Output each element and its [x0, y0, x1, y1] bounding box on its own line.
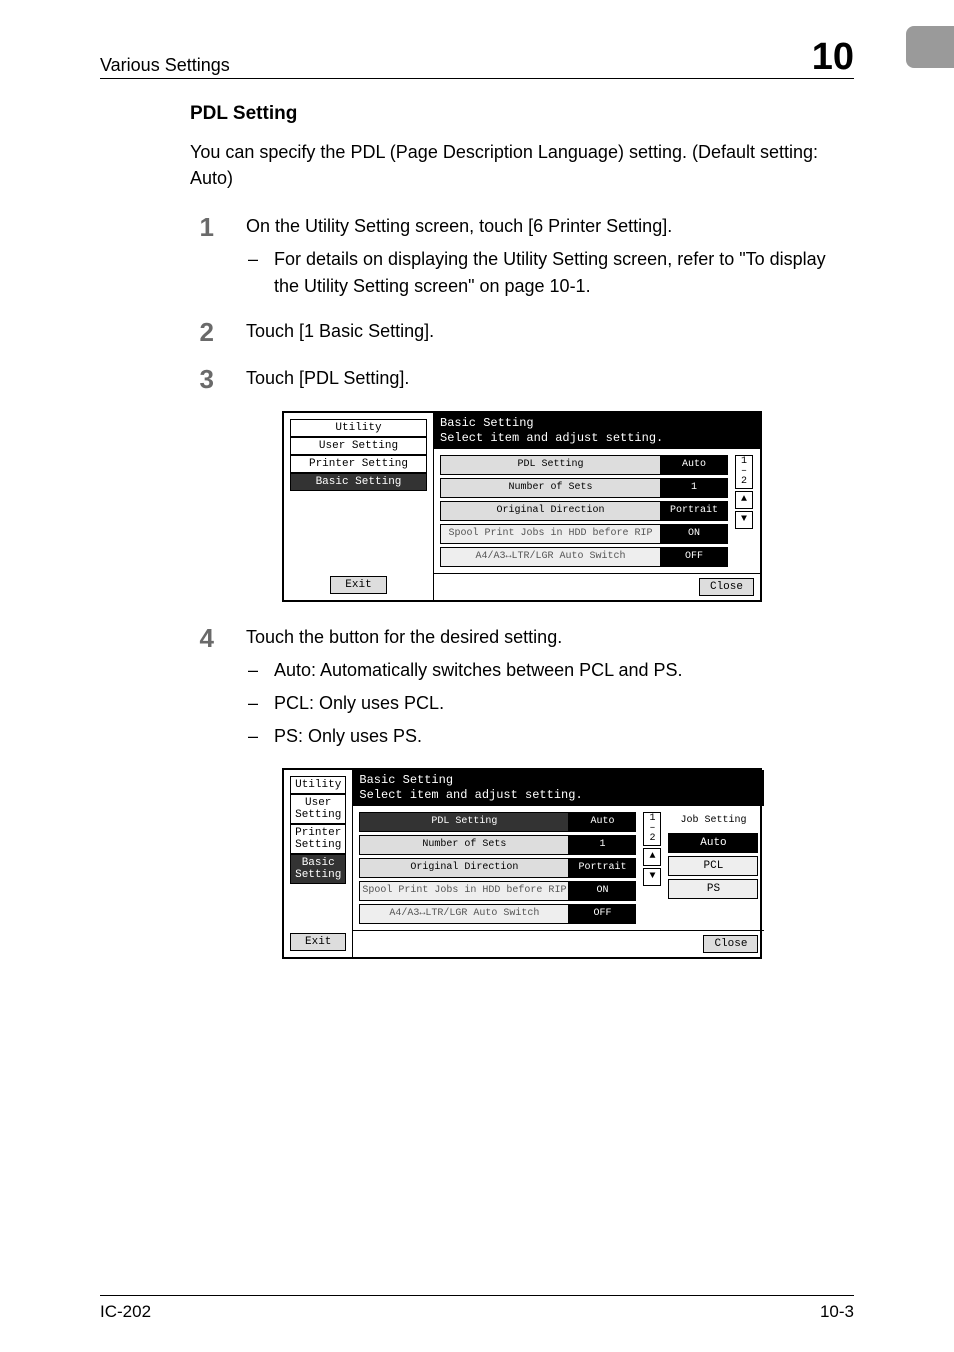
option-pcl[interactable]: PCL	[668, 856, 758, 876]
option-auto[interactable]: Auto	[668, 833, 758, 853]
row-value: Portrait	[569, 859, 635, 877]
scroll-up-button[interactable]: ▲	[735, 491, 753, 509]
dash-icon: –	[246, 723, 260, 750]
breadcrumb-basic-setting[interactable]: Basic Setting	[290, 473, 427, 491]
page-indicator: 1–2	[735, 455, 753, 489]
breadcrumb-basic-setting[interactable]: Basic Setting	[290, 854, 346, 884]
exit-button[interactable]: Exit	[330, 576, 386, 594]
step-1: 1 On the Utility Setting screen, touch […	[190, 213, 854, 300]
row-label: Spool Print Jobs in HDD before RIP	[441, 525, 661, 543]
breadcrumb-user-setting[interactable]: User Setting	[290, 437, 427, 455]
row-label: PDL Setting	[360, 813, 569, 831]
row-value: 1	[569, 836, 635, 854]
step-3: 3 Touch [PDL Setting].	[190, 365, 854, 394]
row-pdl-setting[interactable]: PDL SettingAuto	[440, 455, 728, 475]
dash-icon: –	[246, 657, 260, 684]
row-original-direction[interactable]: Original DirectionPortrait	[359, 858, 636, 878]
panel-subtitle: Select item and adjust setting.	[440, 431, 754, 446]
row-value: Auto	[569, 813, 635, 831]
panel-title: Basic Setting	[359, 773, 758, 788]
row-label: Original Direction	[441, 502, 661, 520]
step-2: 2 Touch [1 Basic Setting].	[190, 318, 854, 347]
step-text: On the Utility Setting screen, touch [6 …	[246, 213, 854, 240]
device-panel-1: Utility User Setting Printer Setting Bas…	[282, 411, 762, 602]
breadcrumb-printer-setting[interactable]: Printer Setting	[290, 824, 346, 854]
breadcrumb-user-setting[interactable]: User Setting	[290, 794, 346, 824]
row-spool-print-jobs[interactable]: Spool Print Jobs in HDD before RIPON	[440, 524, 728, 544]
breadcrumb-printer-setting[interactable]: Printer Setting	[290, 455, 427, 473]
step-text: Touch [1 Basic Setting].	[246, 318, 854, 347]
panel-title: Basic Setting	[440, 416, 754, 431]
options-title: Job Setting	[668, 812, 758, 830]
step-number: 2	[190, 318, 214, 347]
device-panel-2: Utility User Setting Printer Setting Bas…	[282, 768, 762, 959]
row-auto-switch[interactable]: A4/A3↔LTR/LGR Auto SwitchOFF	[359, 904, 636, 924]
row-original-direction[interactable]: Original DirectionPortrait	[440, 501, 728, 521]
row-spool-print-jobs[interactable]: Spool Print Jobs in HDD before RIPON	[359, 881, 636, 901]
breadcrumb-utility[interactable]: Utility	[290, 419, 427, 437]
page-indicator: 1–2	[643, 812, 661, 846]
scroll-up-button[interactable]: ▲	[643, 848, 661, 866]
footer-page-number: 10-3	[820, 1302, 854, 1322]
step-number: 4	[190, 624, 214, 750]
breadcrumb-utility[interactable]: Utility	[290, 776, 346, 794]
section-title: Various Settings	[100, 55, 230, 76]
row-auto-switch[interactable]: A4/A3↔LTR/LGR Auto SwitchOFF	[440, 547, 728, 567]
row-label: Original Direction	[360, 859, 569, 877]
thumb-tab	[906, 26, 954, 68]
row-label: Number of Sets	[360, 836, 569, 854]
step-subtext: For details on displaying the Utility Se…	[274, 246, 854, 300]
row-value: ON	[661, 525, 727, 543]
close-button[interactable]: Close	[699, 578, 754, 596]
row-number-of-sets[interactable]: Number of Sets1	[359, 835, 636, 855]
step-subtext: PS: Only uses PS.	[274, 723, 854, 750]
row-label: A4/A3↔LTR/LGR Auto Switch	[441, 548, 661, 566]
step-text: Touch the button for the desired setting…	[246, 624, 854, 651]
dash-icon: –	[246, 690, 260, 717]
close-button[interactable]: Close	[703, 935, 758, 953]
row-value: ON	[569, 882, 635, 900]
option-ps[interactable]: PS	[668, 879, 758, 899]
row-value: Auto	[661, 456, 727, 474]
row-value: Portrait	[661, 502, 727, 520]
row-value: 1	[661, 479, 727, 497]
panel-subtitle: Select item and adjust setting.	[359, 788, 758, 803]
page-heading: PDL Setting	[190, 103, 854, 125]
row-label: Number of Sets	[441, 479, 661, 497]
step-subtext: Auto: Automatically switches between PCL…	[274, 657, 854, 684]
row-value: OFF	[661, 548, 727, 566]
row-label: A4/A3↔LTR/LGR Auto Switch	[360, 905, 569, 923]
row-value: OFF	[569, 905, 635, 923]
footer-model: IC-202	[100, 1302, 151, 1322]
step-text: Touch [PDL Setting].	[246, 365, 854, 394]
dash-icon: –	[246, 246, 260, 300]
row-pdl-setting[interactable]: PDL SettingAuto	[359, 812, 636, 832]
step-4: 4 Touch the button for the desired setti…	[190, 624, 854, 750]
chapter-number: 10	[812, 38, 854, 76]
row-label: Spool Print Jobs in HDD before RIP	[360, 882, 569, 900]
exit-button[interactable]: Exit	[290, 933, 346, 951]
row-label: PDL Setting	[441, 456, 661, 474]
step-subtext: PCL: Only uses PCL.	[274, 690, 854, 717]
scroll-down-button[interactable]: ▼	[643, 868, 661, 886]
step-number: 1	[190, 213, 214, 300]
intro-paragraph: You can specify the PDL (Page Descriptio…	[190, 139, 854, 191]
row-number-of-sets[interactable]: Number of Sets1	[440, 478, 728, 498]
scroll-down-button[interactable]: ▼	[735, 511, 753, 529]
step-number: 3	[190, 365, 214, 394]
